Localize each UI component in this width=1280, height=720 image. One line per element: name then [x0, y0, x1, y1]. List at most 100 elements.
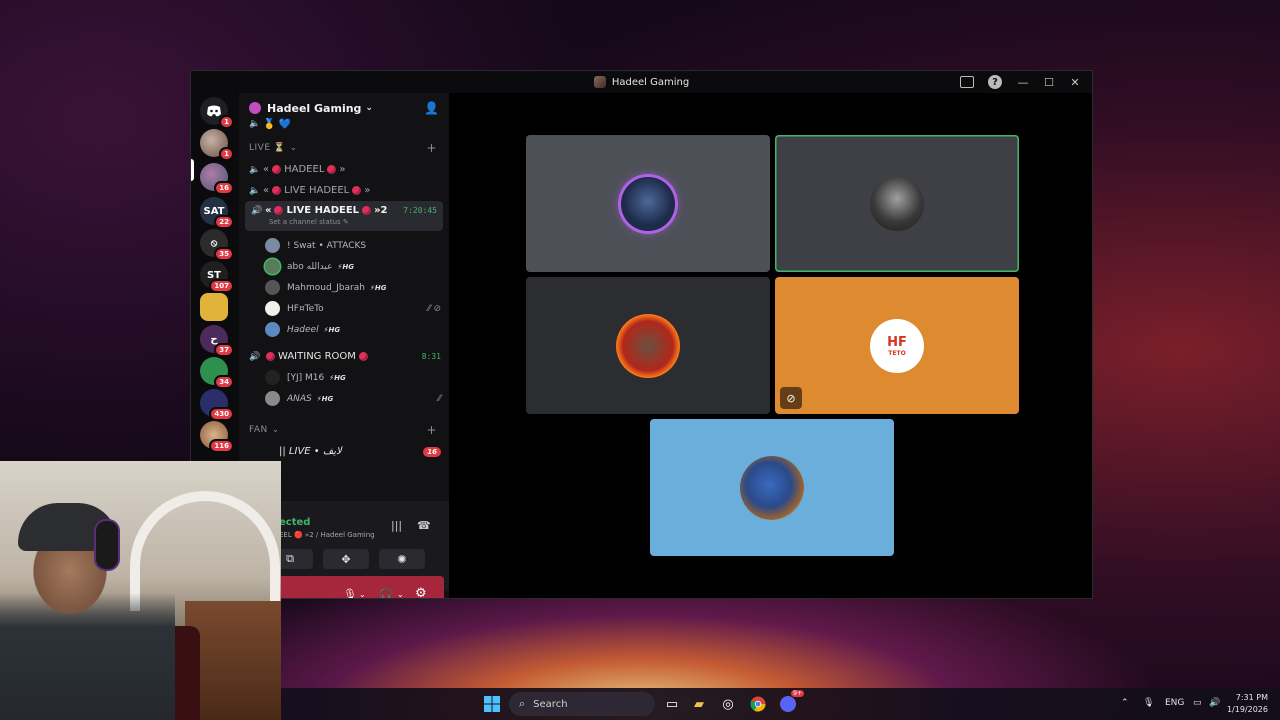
- server-icon[interactable]: 34: [200, 357, 234, 389]
- member-tag: ⚡HG: [337, 262, 354, 271]
- headphones-icon[interactable]: 🎧: [379, 588, 393, 598]
- network-icon[interactable]: ▭: [1193, 698, 1202, 708]
- speaker-icon: 🔈: [249, 119, 261, 129]
- server-icon[interactable]: ⦸ 35: [200, 229, 234, 261]
- participant-tile[interactable]: [526, 135, 770, 272]
- notification-badge: 1: [219, 115, 234, 129]
- minimize-button[interactable]: —: [1012, 73, 1034, 91]
- participant-tile-speaking[interactable]: [775, 135, 1019, 272]
- voice-member[interactable]: ! Swat • ATTACKS: [239, 235, 449, 256]
- maximize-button[interactable]: ☐: [1038, 73, 1060, 91]
- mic-muted-icon: ⁄⁄ ⊘: [427, 303, 441, 314]
- server-icon[interactable]: SAT 22: [200, 197, 234, 229]
- file-explorer-icon[interactable]: ▰: [689, 694, 709, 714]
- member-name: Hadeel: [287, 324, 319, 335]
- server-icon[interactable]: 430: [200, 389, 234, 421]
- server-icon[interactable]: 1: [200, 129, 234, 161]
- category-fan[interactable]: FAN ⌄ +: [239, 419, 449, 441]
- add-channel-icon[interactable]: +: [426, 423, 437, 437]
- member-name: ! Swat • ATTACKS: [287, 240, 367, 251]
- text-channel[interactable]: || LIVE • لايف 16: [239, 441, 449, 462]
- notification-badge: 16: [214, 181, 234, 195]
- microphone-icon[interactable]: 🎙: [343, 588, 357, 598]
- invite-people-icon[interactable]: 👤: [424, 101, 439, 115]
- voice-member[interactable]: abo عبدالله ⚡HG: [239, 256, 449, 277]
- discord-home-icon[interactable]: 1: [200, 97, 234, 129]
- voice-channel[interactable]: 🔈 « HADEEL »: [239, 159, 449, 180]
- chevron-down-icon[interactable]: ⌄: [359, 590, 366, 598]
- notification-badge: 430: [209, 407, 234, 421]
- server-icon-hadeel-gaming[interactable]: 16: [200, 163, 234, 195]
- microphone-tray-icon[interactable]: 🎙: [1143, 698, 1154, 708]
- voice-member[interactable]: ANAS ⚡HG ⁄⁄: [239, 388, 449, 409]
- active-voice-channel[interactable]: 🔊 « LIVE HADEEL »2 7:20:45 Set a channel…: [245, 201, 443, 231]
- server-icon[interactable]: [200, 293, 228, 321]
- avatar: [265, 391, 280, 406]
- voice-channel[interactable]: 🔈 🥇 💙: [239, 117, 449, 131]
- member-tag: ⚡HG: [316, 394, 334, 403]
- chevron-down-icon[interactable]: ⌄: [397, 590, 404, 598]
- red-circle-icon: [358, 352, 368, 361]
- member-tag: ⚡HG: [329, 373, 346, 382]
- discord-window: Hadeel Gaming ? — ☐ ✕ 1 1 16 SAT 22 ⦸ 35…: [190, 70, 1093, 599]
- show-hidden-icons[interactable]: ⌃: [1121, 698, 1129, 708]
- start-windows-icon[interactable]: [482, 694, 502, 714]
- member-name: Mahmoud_Jbarah: [287, 282, 365, 293]
- voice-channel[interactable]: 🔈 « LIVE HADEEL »: [239, 180, 449, 201]
- member-name: HF¤TeTo: [287, 303, 324, 314]
- server-icon[interactable]: ح 37: [200, 325, 234, 357]
- voice-member[interactable]: Mahmoud_Jbarah ⚡HG: [239, 277, 449, 298]
- avatar: [265, 259, 280, 274]
- participant-tile[interactable]: HF TETO ⊘: [775, 277, 1019, 414]
- speaker-icon: 🔈: [249, 185, 261, 196]
- system-clock[interactable]: 7:31 PM 1/19/2026: [1227, 692, 1268, 716]
- participant-tile[interactable]: [650, 419, 894, 556]
- member-tag: ⚡HG: [369, 283, 387, 292]
- close-button[interactable]: ✕: [1064, 73, 1086, 91]
- taskbar-search[interactable]: ⌕ Search: [509, 692, 655, 716]
- channel-status[interactable]: Set a channel status ✎: [251, 218, 437, 226]
- voice-member[interactable]: Hadeel ⚡HG: [239, 319, 449, 340]
- channel-suffix: »2: [374, 205, 388, 216]
- help-icon[interactable]: ?: [988, 75, 1002, 89]
- noise-suppression-icon[interactable]: |||: [391, 519, 402, 532]
- task-view-icon[interactable]: ▭: [662, 694, 682, 714]
- app-icon[interactable]: ◎: [718, 694, 738, 714]
- voice-connected-channel[interactable]: EEL 🔴 »2 / Hadeel Gaming: [279, 531, 375, 539]
- disconnect-icon[interactable]: ☎: [417, 519, 431, 532]
- add-channel-icon[interactable]: +: [426, 141, 437, 155]
- category-live[interactable]: LIVE ⏳ ⌄ +: [239, 137, 449, 159]
- server-icon[interactable]: ST 107: [200, 261, 234, 293]
- avatar: [265, 280, 280, 295]
- activities-button[interactable]: ✥: [323, 549, 369, 569]
- avatar: HF TETO: [870, 318, 924, 373]
- channel-timer: 8:31: [421, 352, 441, 361]
- participant-tile[interactable]: [526, 277, 770, 414]
- red-circle-icon: [272, 186, 282, 195]
- chrome-icon[interactable]: [748, 694, 768, 714]
- webcam-overlay: [0, 461, 281, 720]
- volume-icon[interactable]: 🔊: [1209, 698, 1220, 708]
- language-indicator[interactable]: ENG: [1165, 698, 1184, 708]
- voice-connected-label: ected: [279, 517, 311, 528]
- red-circle-icon: [274, 206, 284, 215]
- server-avatar-icon: [593, 76, 606, 88]
- voice-member[interactable]: HF¤TeTo ⁄⁄ ⊘: [239, 298, 449, 319]
- soundboard-button[interactable]: ✺: [379, 549, 425, 569]
- server-name: Hadeel Gaming: [267, 101, 362, 115]
- discord-taskbar-icon[interactable]: 9+: [778, 690, 804, 714]
- category-label: FAN: [249, 425, 268, 435]
- red-circle-icon: [266, 352, 275, 361]
- headset: [96, 521, 118, 569]
- channel-name: || LIVE • لايف: [279, 446, 342, 457]
- avatar: [616, 313, 680, 378]
- voice-call-stage: HF TETO ⊘: [449, 93, 1092, 598]
- mic-muted-icon: ⊘: [780, 387, 802, 409]
- voice-member[interactable]: [YJ] M16 ⚡HG: [239, 367, 449, 388]
- server-icon[interactable]: 116: [200, 421, 234, 453]
- voice-channel-waiting-room[interactable]: 🔊 WAITING ROOM 8:31: [239, 346, 449, 367]
- settings-gear-icon[interactable]: ⚙: [415, 586, 427, 598]
- notification-badge: 107: [209, 279, 234, 293]
- inbox-icon[interactable]: [960, 76, 974, 88]
- channel-suffix: »: [364, 185, 371, 196]
